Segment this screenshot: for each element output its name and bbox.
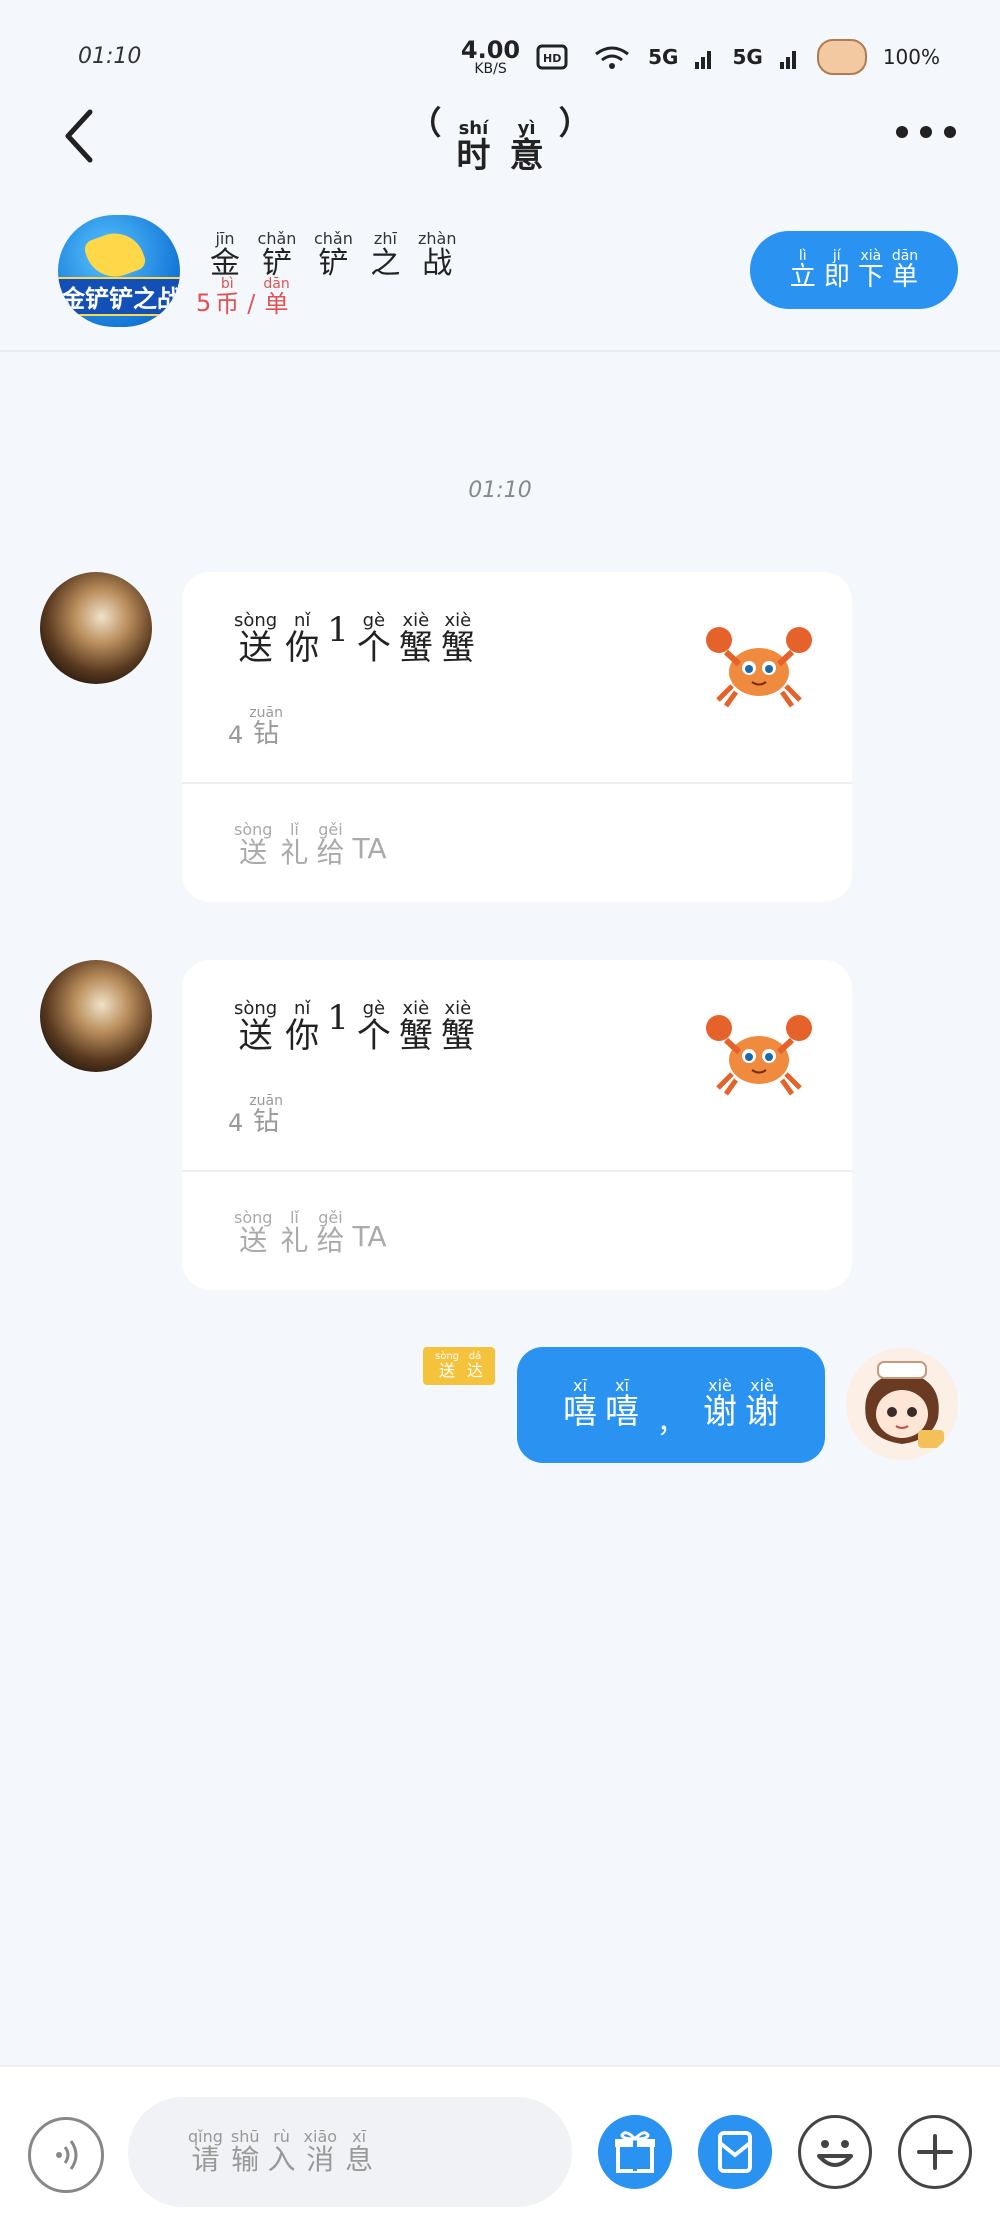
emoji-icon[interactable]: [798, 2115, 872, 2189]
title-char: shí 时: [456, 118, 491, 176]
status-time: 01:10: [78, 44, 142, 69]
gift-title: sòng 送 nǐ 你 1 gè 个 xiè 蟹 xiè 蟹: [234, 998, 475, 1056]
signal-bars-icon: [779, 51, 796, 69]
gift-title: sòng 送 nǐ 你 1 gè 个 xiè 蟹 xiè 蟹: [234, 610, 475, 668]
divider: [182, 1170, 852, 1172]
message-input[interactable]: qǐng 请 shū 输 rù 入 xiāo 消 xī 息: [128, 2097, 572, 2207]
header: （ shí 时 yì 意 ）: [0, 90, 1000, 190]
chat-timestamp: 01:10: [468, 478, 532, 503]
status-bar: 01:10 4.00 KB/S HD 5G 5G 100%: [0, 0, 1000, 90]
more-icon[interactable]: [896, 126, 956, 138]
battery-level: 100%: [882, 45, 940, 69]
svg-text:HD: HD: [543, 52, 561, 65]
gift-icon[interactable]: [598, 2115, 672, 2189]
send-gift-button[interactable]: sòng 送 lǐ 礼 gěi 给 TA: [230, 822, 387, 869]
crab-icon: [706, 1015, 812, 1096]
price-number: 5: [196, 289, 212, 318]
game-price: 5 bì 币 / dān 单: [196, 276, 290, 318]
game-banner: 金铲铲之战 jīn 金 chǎn 铲 chǎn 铲 zhī 之 zhàn 战 5 bì 币 …: [0, 195, 1000, 352]
my-message-bubble[interactable]: xī 嘻 xī 嘻 ， xiè 谢 xiè 谢: [517, 1347, 825, 1463]
voice-icon[interactable]: [28, 2117, 104, 2193]
speed-unit: KB/S: [474, 61, 507, 77]
network-speed: 4.00 KB/S: [461, 38, 520, 76]
speed-value: 4.00: [460, 36, 521, 64]
avatar[interactable]: [40, 960, 152, 1072]
red-packet-icon[interactable]: [698, 2115, 772, 2189]
page-title: （ shí 时 yì 意 ）: [0, 98, 1000, 175]
crab-icon: [706, 627, 812, 708]
order-now-button[interactable]: lì 立 jí 即 xià 下 dān 单: [750, 231, 958, 309]
wifi-icon: [595, 46, 630, 69]
anime-girl-icon: [865, 1361, 944, 1448]
gift-card: sòng 送 nǐ 你 1 gè 个 xiè 蟹 xiè 蟹 4 zuān 钻 sòng 送 …: [182, 572, 852, 902]
battery-icon: [816, 39, 867, 75]
game-name: jīn 金 chǎn 铲 chǎn 铲 zhī 之 zhàn 战: [210, 229, 457, 281]
delivered-badge: sòng 送 dá 达: [423, 1347, 495, 1385]
gift-card: sòng 送 nǐ 你 1 gè 个 xiè 蟹 xiè 蟹 4 zuān 钻 sòng 送 …: [182, 960, 852, 1290]
title-bracket: （: [409, 104, 442, 142]
hd-icon: HD: [536, 44, 568, 70]
status-icons: 4.00 KB/S HD 5G 5G 100%: [461, 38, 940, 76]
send-gift-button[interactable]: sòng 送 lǐ 礼 gěi 给 TA: [230, 1210, 387, 1257]
game-logo-text: 金铲铲之战: [58, 277, 180, 316]
title-bracket: ）: [558, 104, 591, 142]
signal-5g-icon: 5G: [648, 45, 679, 69]
my-avatar[interactable]: [846, 1348, 958, 1460]
signal-bars-icon: [695, 51, 712, 69]
signal-5g-icon: 5G: [732, 45, 763, 69]
gift-price: 4 zuān 钻: [228, 705, 283, 749]
input-bar: qǐng 请 shū 输 rù 入 xiāo 消 xī 息: [0, 2065, 1000, 2235]
avatar[interactable]: [40, 572, 152, 684]
gift-price: 4 zuān 钻: [228, 1093, 283, 1137]
divider: [182, 782, 852, 784]
add-icon[interactable]: [898, 2115, 972, 2189]
game-logo[interactable]: 金铲铲之战: [58, 215, 180, 327]
title-char: yì 意: [509, 118, 544, 176]
